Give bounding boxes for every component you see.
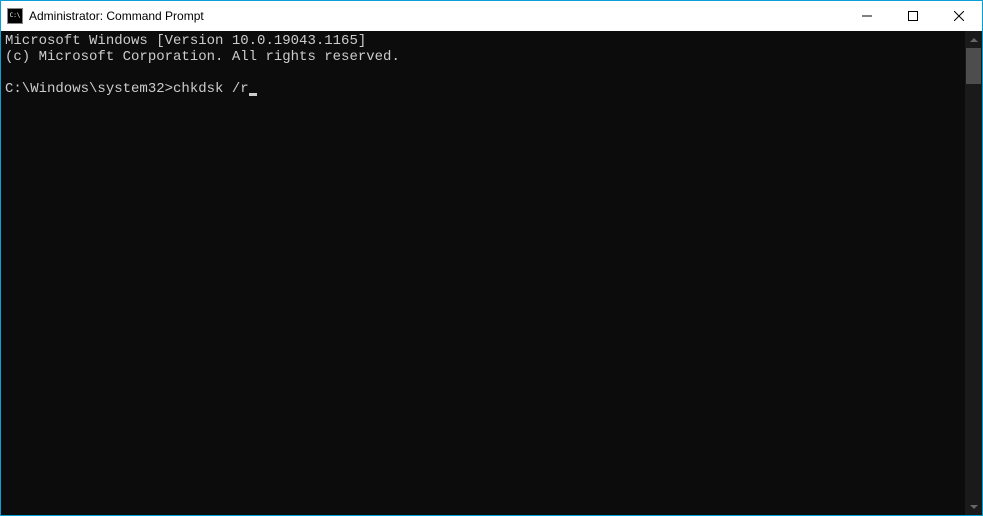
- titlebar[interactable]: Administrator: Command Prompt: [1, 1, 982, 31]
- scroll-up-button[interactable]: [965, 31, 982, 48]
- scroll-thumb[interactable]: [966, 48, 981, 84]
- prompt: C:\Windows\system32>: [5, 81, 173, 97]
- minimize-icon: [862, 11, 872, 21]
- window-title: Administrator: Command Prompt: [29, 9, 204, 23]
- scroll-down-button[interactable]: [965, 498, 982, 515]
- close-button[interactable]: [936, 1, 982, 31]
- window-controls: [844, 1, 982, 31]
- command-input[interactable]: chkdsk /r: [173, 81, 249, 97]
- terminal-container: Microsoft Windows [Version 10.0.19043.11…: [1, 31, 982, 515]
- maximize-button[interactable]: [890, 1, 936, 31]
- chevron-up-icon: [970, 36, 978, 44]
- terminal-output[interactable]: Microsoft Windows [Version 10.0.19043.11…: [1, 31, 965, 515]
- app-icon: [7, 8, 23, 24]
- maximize-icon: [908, 11, 918, 21]
- output-line: Microsoft Windows [Version 10.0.19043.11…: [5, 33, 366, 49]
- chevron-down-icon: [970, 503, 978, 511]
- close-icon: [954, 11, 964, 21]
- output-line: (c) Microsoft Corporation. All rights re…: [5, 49, 400, 65]
- minimize-button[interactable]: [844, 1, 890, 31]
- window-frame: Administrator: Command Prompt Microsoft …: [0, 0, 983, 516]
- scrollbar[interactable]: [965, 31, 982, 515]
- cursor: [249, 93, 257, 96]
